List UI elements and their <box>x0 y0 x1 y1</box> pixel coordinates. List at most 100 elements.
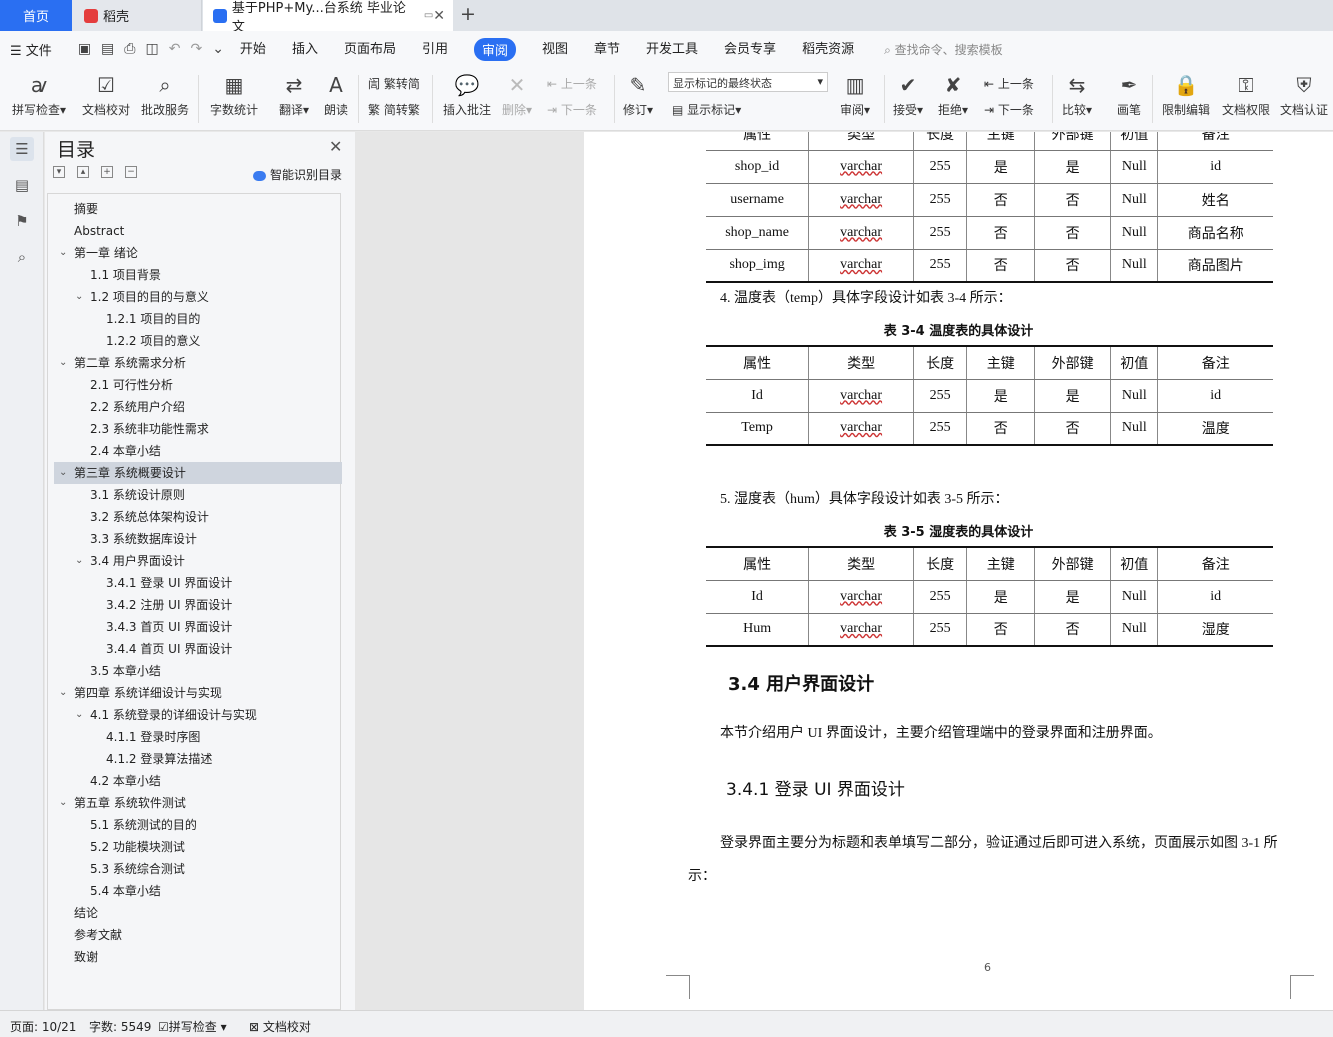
toc-item[interactable]: 2.1 可行性分析 <box>54 374 342 396</box>
chevron-down-icon[interactable]: ⌄ <box>59 682 67 704</box>
toc-item[interactable]: 1.2.1 项目的目的 <box>54 308 342 330</box>
toc-item[interactable]: 2.3 系统非功能性需求 <box>54 418 342 440</box>
toc-item[interactable]: 3.3 系统数据库设计 <box>54 528 342 550</box>
chevron-down-icon[interactable]: ⌄ <box>75 704 83 726</box>
menu-tab-0[interactable]: 开始 <box>240 38 266 61</box>
document-permission-button[interactable]: ⚿ 文档权限 <box>1222 71 1270 118</box>
undo-icon[interactable]: ↶ <box>169 41 181 57</box>
toc-item[interactable]: ⌄ 第二章 系统需求分析 <box>54 352 342 374</box>
compare-button[interactable]: ⇆ 比较▾ <box>1062 71 1092 118</box>
toc-item[interactable]: ⌄ 第一章 绪论 <box>54 242 342 264</box>
document-authentication-button[interactable]: ⛨ 文档认证 <box>1280 71 1328 118</box>
toc-item[interactable]: 4.1.1 登录时序图 <box>54 726 342 748</box>
new-tab-button[interactable]: + <box>460 3 476 25</box>
markup-state-select[interactable]: 显示标记的最终状态 ▾ <box>668 72 828 92</box>
chevron-down-icon[interactable]: ⌄ <box>75 286 83 308</box>
show-markup-button[interactable]: ▤ 显示标记▾ <box>672 101 741 118</box>
traditional-to-simplified-button[interactable]: 訚 繁转简 <box>368 75 420 92</box>
next-change-button[interactable]: ⇥ 下一条 <box>984 101 1034 118</box>
toc-item[interactable]: 1.1 项目背景 <box>54 264 342 286</box>
toc-item[interactable]: Abstract <box>54 220 342 242</box>
accept-change-button[interactable]: ✔ 接受▾ <box>893 71 923 118</box>
menu-tab-9[interactable]: 稻壳资源 <box>802 38 854 61</box>
screen-icon[interactable]: ▭ <box>424 10 433 21</box>
outline-icon[interactable]: ☰ <box>10 137 34 161</box>
toc-item[interactable]: ⌄ 第三章 系统概要设计 <box>54 462 342 484</box>
toc-item[interactable]: ⌄ 第五章 系统软件测试 <box>54 792 342 814</box>
tab-daoke[interactable]: 稻壳 <box>72 0 202 31</box>
toc-item[interactable]: 3.4.1 登录 UI 界面设计 <box>54 572 342 594</box>
read-aloud-button[interactable]: A 朗读 <box>324 71 348 118</box>
tab-home[interactable]: 首页 <box>0 0 72 31</box>
previous-comment-button[interactable]: ⇤ 上一条 <box>547 75 597 92</box>
toc-item[interactable]: 3.1 系统设计原则 <box>54 484 342 506</box>
menu-tab-4[interactable]: 审阅 <box>473 37 516 61</box>
simplified-to-traditional-button[interactable]: 繁 简转繁 <box>368 101 420 118</box>
delete-comment-button[interactable]: ✕ 删除▾ <box>502 71 532 118</box>
tab-document[interactable]: 基于PHP+My...台系统 毕业论文 ▭ ✕ <box>203 0 453 35</box>
toc-item[interactable]: 4.1.2 登录算法描述 <box>54 748 342 770</box>
toc-item[interactable]: 结论 <box>54 902 342 924</box>
review-pane-button[interactable]: ▥ 审阅▾ <box>840 71 870 118</box>
smart-toc-button[interactable]: 智能识别目录 <box>253 166 342 183</box>
toc-item[interactable]: 5.4 本章小结 <box>54 880 342 902</box>
toc-item[interactable]: 5.1 系统测试的目的 <box>54 814 342 836</box>
toc-item[interactable]: 3.2 系统总体架构设计 <box>54 506 342 528</box>
toc-item[interactable]: ⌄ 1.2 项目的目的与意义 <box>54 286 342 308</box>
reject-change-button[interactable]: ✘ 拒绝▾ <box>938 71 968 118</box>
redo-icon[interactable]: ↷ <box>190 41 202 57</box>
close-icon[interactable]: ✕ <box>329 137 342 156</box>
toc-item[interactable]: ⌄ 3.4 用户界面设计 <box>54 550 342 572</box>
pen-button[interactable]: ✒ 画笔 <box>1117 71 1141 118</box>
chevron-down-icon[interactable]: ⌄ <box>59 462 67 484</box>
plus-icon[interactable]: + <box>101 166 113 178</box>
menu-tab-6[interactable]: 章节 <box>594 38 620 61</box>
quick-access-dropdown-icon[interactable]: ⌄ <box>212 41 224 57</box>
next-comment-button[interactable]: ⇥ 下一条 <box>547 101 597 118</box>
toc-item[interactable]: 2.2 系统用户介绍 <box>54 396 342 418</box>
toc-item[interactable]: 4.2 本章小结 <box>54 770 342 792</box>
toc-item[interactable]: 1.2.2 项目的意义 <box>54 330 342 352</box>
menu-tab-5[interactable]: 视图 <box>542 38 568 61</box>
status-spell-check[interactable]: ☑拼写检查 ▾ <box>158 1018 227 1035</box>
chevron-down-icon[interactable]: ⌄ <box>59 352 67 374</box>
toc-item[interactable]: 3.4.3 首页 UI 界面设计 <box>54 616 342 638</box>
chevron-down-icon[interactable]: ⌄ <box>59 242 67 264</box>
expand-down-icon[interactable]: ▾ <box>53 166 65 178</box>
previous-change-button[interactable]: ⇤ 上一条 <box>984 75 1034 92</box>
menu-tab-1[interactable]: 插入 <box>292 38 318 61</box>
toc-item[interactable]: 3.4.4 首页 UI 界面设计 <box>54 638 342 660</box>
toc-item[interactable]: 5.2 功能模块测试 <box>54 836 342 858</box>
toc-item[interactable]: 参考文献 <box>54 924 342 946</box>
toc-item[interactable]: ⌄ 4.1 系统登录的详细设计与实现 <box>54 704 342 726</box>
chapter-icon[interactable]: ▤ <box>10 173 34 197</box>
spell-check-button[interactable]: ꜹ 拼写检查▾ <box>12 71 66 118</box>
toc-item[interactable]: 3.4.2 注册 UI 界面设计 <box>54 594 342 616</box>
status-proofread[interactable]: ⊠ 文档校对 <box>249 1018 311 1035</box>
toc-item[interactable]: 3.5 本章小结 <box>54 660 342 682</box>
page-indicator[interactable]: 页面: 10/21 <box>10 1018 76 1035</box>
chevron-down-icon[interactable]: ⌄ <box>75 550 83 572</box>
close-icon[interactable]: ✕ <box>433 8 445 24</box>
toc-item[interactable]: 致谢 <box>54 946 342 968</box>
save-icon[interactable]: ▣ <box>78 41 91 57</box>
word-count-button[interactable]: ▦ 字数统计 <box>210 71 258 118</box>
minus-icon[interactable]: − <box>125 166 137 178</box>
toc-item[interactable]: 2.4 本章小结 <box>54 440 342 462</box>
batch-correct-button[interactable]: ⌕ 批改服务 <box>141 71 189 118</box>
toc-item[interactable]: 5.3 系统综合测试 <box>54 858 342 880</box>
word-count-indicator[interactable]: 字数: 5549 <box>89 1018 151 1035</box>
menu-tab-2[interactable]: 页面布局 <box>344 38 396 61</box>
menu-tab-8[interactable]: 会员专享 <box>724 38 776 61</box>
insert-comment-button[interactable]: 💬 插入批注 <box>443 71 491 118</box>
document-proofread-button[interactable]: ☑ 文档校对 <box>82 71 130 118</box>
search-icon[interactable]: ⌕ <box>10 245 34 269</box>
restrict-editing-button[interactable]: 🔒 限制编辑 <box>1162 71 1210 118</box>
translate-button[interactable]: ⇄ 翻译▾ <box>279 71 309 118</box>
search-command[interactable]: ⌕ 查找命令、搜索模板 <box>884 41 1003 58</box>
file-menu[interactable]: ☰ 文件 <box>10 40 52 59</box>
chevron-down-icon[interactable]: ⌄ <box>59 792 67 814</box>
export-pdf-icon[interactable]: ▤ <box>101 41 114 57</box>
bookmark-icon[interactable]: ⚑ <box>10 209 34 233</box>
toc-item[interactable]: 摘要 <box>54 198 342 220</box>
